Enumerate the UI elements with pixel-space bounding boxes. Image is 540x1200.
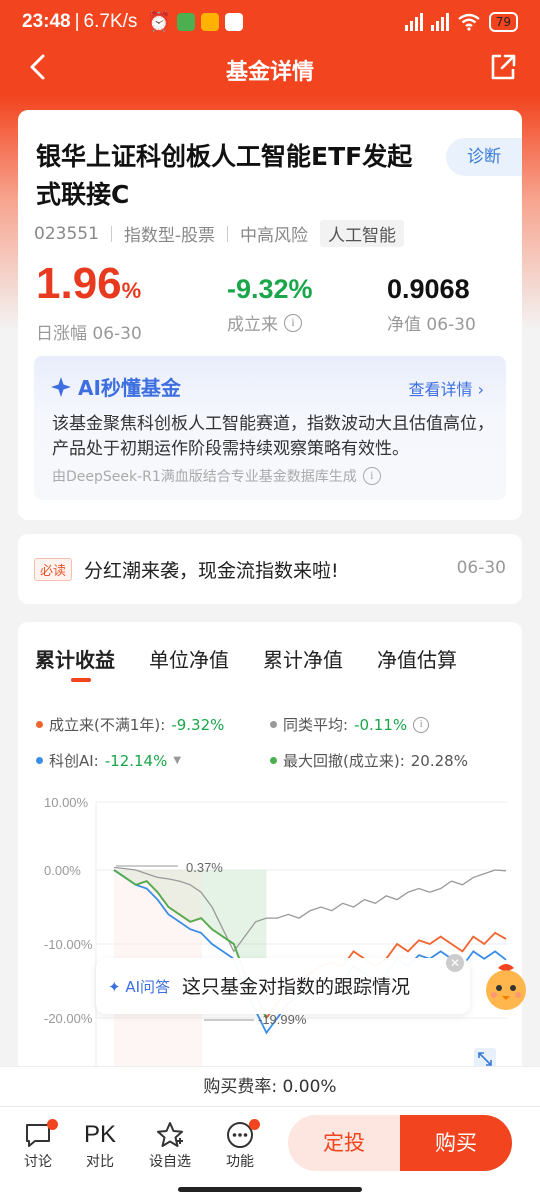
star-icon (157, 1122, 183, 1147)
close-icon[interactable]: ✕ (446, 954, 464, 972)
y-tick-label: 0.00% (44, 863, 81, 878)
alipay-notification-icon (225, 13, 244, 31)
nav-label: 净值 06-30 (387, 315, 476, 335)
mascot-icon[interactable] (478, 958, 534, 1014)
notification-icons: ⏰ (147, 10, 244, 34)
fund-theme-tag[interactable]: 人工智能 (320, 220, 405, 247)
ai-summary-title: AI秒懂基金 (78, 376, 181, 400)
alarm-icon: ⏰ (147, 12, 172, 33)
news-date: 06-30 (456, 558, 506, 578)
ai-summary-text: 该基金聚焦科创板人工智能赛道，指数波动大且估值高位，产品处于初期运作阶段需持续观… (52, 414, 494, 459)
wifi-icon (457, 13, 480, 31)
ai-summary-source: 由DeepSeek-R1满血版结合专业基金数据库生成 (52, 469, 357, 485)
auto-invest-button[interactable]: 定投 (288, 1115, 400, 1171)
signal-icon-1 (404, 13, 423, 31)
add-watchlist-button[interactable]: 设自选 (140, 1119, 200, 1171)
legend-drawdown: 最大回撤(成立来): 20.28% (270, 750, 468, 771)
fund-code: 023551 (34, 223, 99, 244)
day-change-label: 日涨幅 06-30 (36, 324, 142, 344)
share-icon[interactable] (488, 52, 518, 82)
info-icon[interactable]: i (284, 313, 302, 332)
purchase-fee: 购买费率: 0.00% (0, 1066, 540, 1106)
battery-indicator: 79 (488, 12, 518, 32)
fund-risk: 中高风险 (240, 226, 309, 246)
must-read-badge: 必读 (34, 558, 73, 581)
compare-button[interactable]: PK 对比 (70, 1119, 130, 1171)
ai-qa-popup[interactable]: ✦ AI问答 这只基金对指数的跟踪情况 ✕ (96, 954, 470, 1014)
ai-summary-more-link[interactable]: 查看详情 › (408, 376, 484, 400)
y-tick-label: -20.00% (44, 1011, 93, 1026)
nav-metric: 0.9068 净值 06-30 (387, 272, 476, 335)
app-notification-icon (177, 13, 196, 31)
tab-cumulative-return[interactable]: 累计收益 (35, 644, 115, 682)
network-speed: 6.7K/s (83, 11, 138, 32)
y-tick-label: -10.00% (44, 937, 93, 952)
inception-return-label: 成立来 (227, 315, 278, 335)
fund-type: 指数型-股票 (123, 226, 216, 246)
inception-return-value: -9.32% (227, 274, 313, 304)
buy-button[interactable]: 购买 (400, 1115, 512, 1171)
status-time: 23:48 (22, 11, 71, 32)
page-title: 基金详情 (225, 60, 314, 85)
legend-drawdown-value: 20.28% (410, 751, 468, 770)
message-notification-icon (201, 13, 220, 31)
nav-value: 0.9068 (387, 274, 470, 304)
sparkle-icon (51, 376, 71, 397)
legend-index[interactable]: 科创AI: -12.14% ▼ (36, 750, 181, 771)
legend-peer: 同类平均: -0.11% i (270, 714, 430, 735)
chevron-right-icon: › (477, 380, 484, 399)
legend-peer-value: -0.11% (354, 715, 408, 734)
notification-dot (249, 1119, 260, 1130)
diagnose-button[interactable]: 诊断 (446, 138, 522, 176)
day-change-value: 1.96 (36, 259, 122, 308)
dropdown-icon: ▼ (173, 755, 182, 766)
tab-unit-nav[interactable]: 单位净值 (149, 644, 229, 673)
notification-dot (47, 1119, 58, 1130)
pk-icon: PK (83, 1121, 116, 1148)
bottom-action-bar: 讨论 PK 对比 设自选 功能 定投 购买 (0, 1106, 540, 1200)
return-chart[interactable]: 10.00% 0.00% -10.00% -20.00% 0.37% -19.99% (18, 782, 522, 1072)
chart-tabs: 累计收益 单位净值 累计净值 净值估算 (18, 644, 522, 682)
legend-index-value: -12.14% (104, 751, 168, 770)
annotation-min: -19.99% (258, 1012, 307, 1027)
ai-summary-box[interactable]: AI秒懂基金 查看详情 › 该基金聚焦科创板人工智能赛道，指数波动大且估值高位，… (34, 356, 506, 500)
signal-icon-2 (430, 13, 449, 31)
ai-qa-tag: ✦ AI问答 (108, 978, 171, 996)
ai-qa-question: 这只基金对指数的跟踪情况 (182, 976, 411, 998)
status-right: 79 (404, 12, 518, 32)
inception-return-metric: -9.32% 成立来 i (227, 272, 313, 335)
fund-tags: 023551 指数型-股票 中高风险 人工智能 (34, 220, 405, 247)
day-change-unit: % (121, 278, 142, 303)
legend-fund: 成立来(不满1年): -9.32% (36, 714, 224, 735)
nav-bar: 基金详情 (0, 44, 540, 94)
info-icon[interactable]: i (362, 467, 381, 485)
fund-name: 银华上证科创板人工智能ETF发起式联接C (36, 142, 413, 209)
tab-cumulative-nav[interactable]: 累计净值 (263, 644, 343, 673)
y-tick-label: 10.00% (44, 795, 89, 810)
day-change-metric: 1.96% 日涨幅 06-30 (36, 259, 142, 345)
news-card[interactable]: 必读 分红潮来袭，现金流指数来啦! 06-30 (18, 534, 522, 604)
news-headline: 分红潮来袭，现金流指数来啦! (84, 560, 339, 582)
discuss-button[interactable]: 讨论 (8, 1119, 68, 1171)
functions-button[interactable]: 功能 (210, 1119, 270, 1171)
tab-nav-estimate[interactable]: 净值估算 (377, 644, 457, 673)
annotation-max: 0.37% (186, 860, 223, 875)
fund-info-card: 银华上证科创板人工智能ETF发起式联接C 诊断 023551 指数型-股票 中高… (18, 110, 522, 520)
info-icon[interactable]: i (413, 716, 430, 733)
home-indicator[interactable] (178, 1187, 362, 1192)
legend-fund-value: -9.32% (171, 715, 225, 734)
